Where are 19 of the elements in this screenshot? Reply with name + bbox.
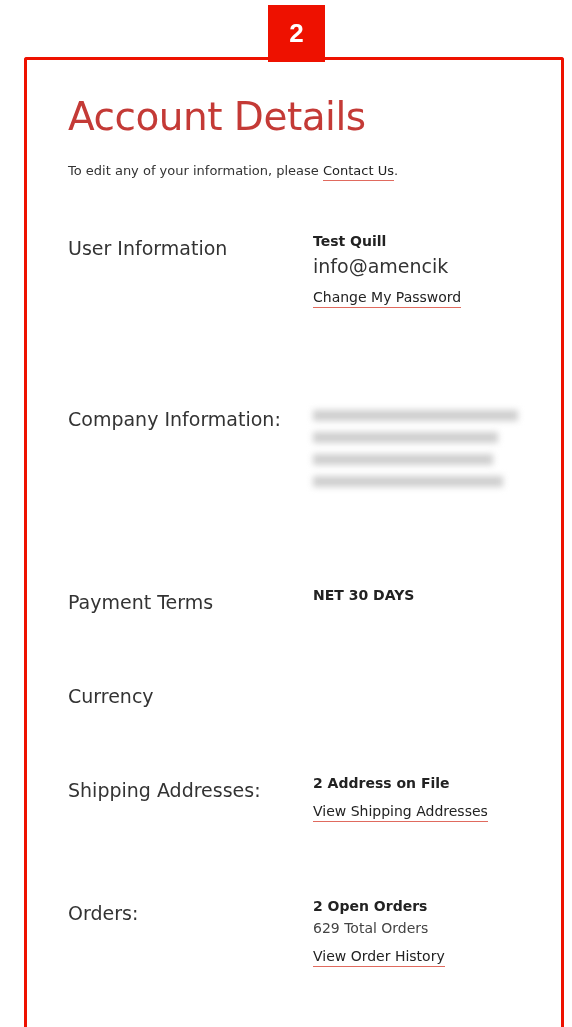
value-text: Test Quill: [313, 233, 387, 249]
value-text: NET 30 DAYS: [313, 587, 415, 603]
field-label: Currency: [68, 684, 155, 707]
field-label: Company Information:: [68, 407, 282, 432]
field-label: Shipping Addresses:: [68, 778, 262, 803]
contact-link[interactable]: Contact Us: [323, 163, 394, 181]
value-text: 2 Address on File: [313, 775, 450, 791]
text-link[interactable]: View Shipping Addresses: [313, 803, 488, 822]
value-text: 629 Total Orders: [313, 920, 429, 936]
step-number-badge: 2: [268, 5, 325, 62]
page-title: Account Details: [68, 94, 367, 139]
value-text: 2 Open Orders: [313, 898, 428, 914]
intro-text: To edit any of your information, please Contact Us.: [68, 163, 561, 178]
text-link[interactable]: View Order History: [313, 948, 445, 967]
email-text: info@amencik: [313, 255, 449, 277]
text-link[interactable]: Change My Password: [313, 289, 462, 308]
field-label: Orders:: [68, 901, 140, 926]
field-label: User Information: [68, 236, 229, 261]
field-label: Payment Terms: [68, 590, 215, 613]
